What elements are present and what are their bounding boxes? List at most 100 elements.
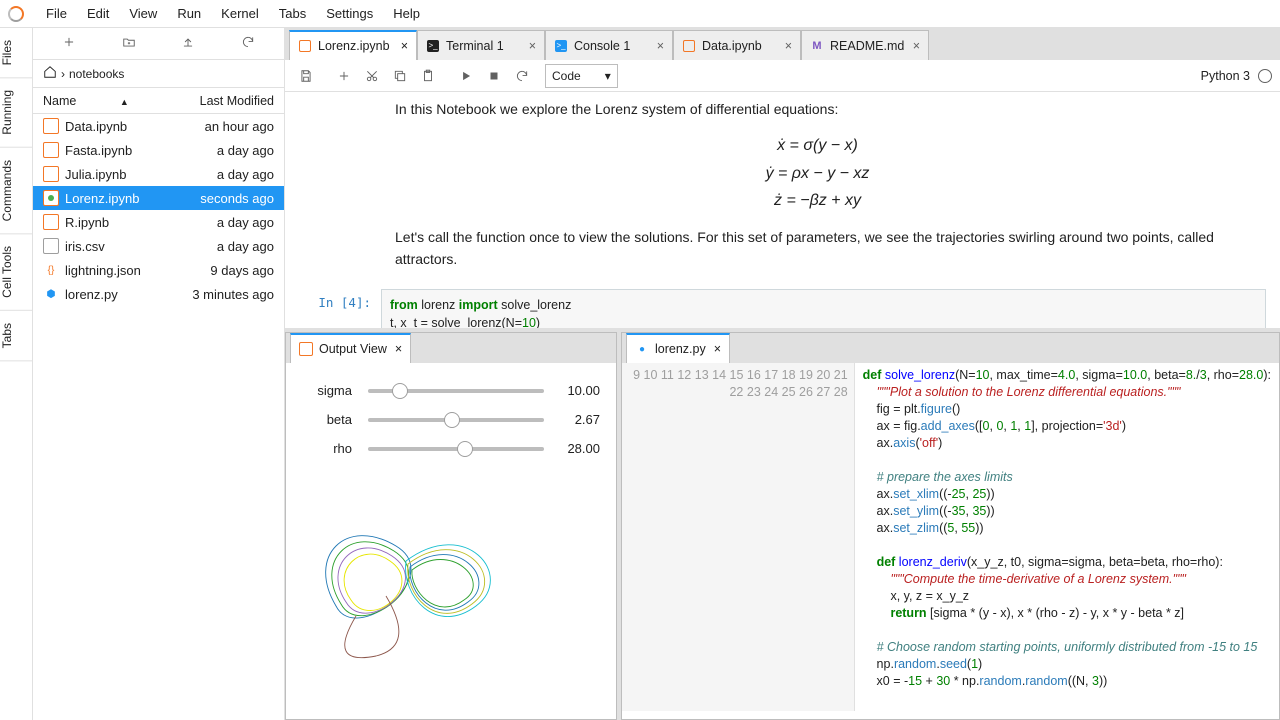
- refresh-icon[interactable]: [241, 35, 255, 52]
- cell-type-select[interactable]: Code ▾: [545, 64, 618, 88]
- file-modified: 3 minutes ago: [174, 287, 284, 302]
- close-icon[interactable]: ×: [649, 39, 664, 53]
- notebook-icon: [43, 118, 59, 134]
- file-row[interactable]: Julia.ipynba day ago: [33, 162, 284, 186]
- breadcrumb-path[interactable]: notebooks: [69, 67, 124, 81]
- file-row[interactable]: {} lightning.json9 days ago: [33, 258, 284, 282]
- cut-icon[interactable]: [359, 63, 385, 89]
- tab-lorenz-py[interactable]: ● lorenz.py ×: [626, 333, 730, 363]
- slider-thumb[interactable]: [444, 412, 460, 428]
- paste-icon[interactable]: [415, 63, 441, 89]
- plus-icon[interactable]: [331, 63, 357, 89]
- file-list: Data.ipynban hour agoFasta.ipynba day ag…: [33, 114, 284, 720]
- slider-beta: beta 2.67: [302, 412, 600, 427]
- file-row[interactable]: ⬢lorenz.py3 minutes ago: [33, 282, 284, 306]
- notebook-icon: [43, 190, 59, 206]
- notebook-icon: [43, 142, 59, 158]
- close-icon[interactable]: ×: [905, 39, 920, 53]
- sliders: sigma10.00 beta 2.67 rho 28.00: [286, 363, 616, 480]
- md-icon: M: [810, 39, 824, 53]
- close-icon[interactable]: ×: [521, 39, 536, 53]
- file-modified: 9 days ago: [174, 263, 284, 278]
- python-icon: ●: [635, 342, 649, 356]
- slider-label: rho: [302, 441, 360, 456]
- menu-run[interactable]: Run: [167, 6, 211, 21]
- notebook-icon: [299, 342, 313, 356]
- tab-output-view[interactable]: Output View ×: [290, 333, 411, 363]
- file-name: Julia.ipynb: [65, 167, 174, 182]
- menu-settings[interactable]: Settings: [316, 6, 383, 21]
- file-row[interactable]: R.ipynba day ago: [33, 210, 284, 234]
- tab-terminal-1[interactable]: >_Terminal 1×: [417, 30, 545, 60]
- column-modified[interactable]: Last Modified: [174, 94, 284, 108]
- code-input[interactable]: from lorenz import solve_lorenzt, x_t = …: [381, 289, 1266, 328]
- code-editor[interactable]: 9 10 11 12 13 14 15 16 17 18 19 20 21 22…: [622, 363, 1279, 711]
- stop-icon[interactable]: [481, 63, 507, 89]
- kernel-status[interactable]: Python 3: [1201, 69, 1272, 83]
- copy-icon[interactable]: [387, 63, 413, 89]
- slider-label: beta: [302, 412, 360, 427]
- new-folder-icon[interactable]: [122, 35, 136, 52]
- code-lines[interactable]: def solve_lorenz(N=10, max_time=4.0, sig…: [855, 363, 1279, 711]
- slider-label: sigma: [302, 383, 360, 398]
- slider-thumb[interactable]: [392, 383, 408, 399]
- python-icon: ⬢: [43, 286, 59, 302]
- file-modified: a day ago: [174, 167, 284, 182]
- side-tab-commands[interactable]: Commands: [0, 148, 32, 234]
- side-tab-tabs[interactable]: Tabs: [0, 311, 32, 361]
- markdown-cell[interactable]: In this Notebook we explore the Lorenz s…: [285, 98, 1280, 289]
- slider-thumb[interactable]: [457, 441, 473, 457]
- run-icon[interactable]: [453, 63, 479, 89]
- json-icon: {}: [43, 262, 59, 278]
- nb-icon: [682, 39, 696, 53]
- menubar: FileEditViewRunKernelTabsSettingsHelp: [0, 0, 1280, 28]
- side-tab-files[interactable]: Files: [0, 28, 32, 78]
- file-row[interactable]: Fasta.ipynba day ago: [33, 138, 284, 162]
- file-row[interactable]: iris.csva day ago: [33, 234, 284, 258]
- file-name: iris.csv: [65, 239, 174, 254]
- side-tab-running[interactable]: Running: [0, 78, 32, 148]
- menu-tabs[interactable]: Tabs: [269, 6, 316, 21]
- chevron-down-icon: ▾: [605, 69, 611, 83]
- file-modified: an hour ago: [174, 119, 284, 134]
- tab-console-1[interactable]: >_Console 1×: [545, 30, 673, 60]
- tab-readme-md[interactable]: MREADME.md×: [801, 30, 929, 60]
- menu-edit[interactable]: Edit: [77, 6, 119, 21]
- slider-sigma: sigma10.00: [302, 383, 600, 398]
- left-sidebar: FilesRunningCommandsCell ToolsTabs: [0, 28, 33, 720]
- kernel-idle-icon: [1258, 69, 1272, 83]
- menu-kernel[interactable]: Kernel: [211, 6, 269, 21]
- slider-track[interactable]: [368, 447, 544, 451]
- menu-view[interactable]: View: [119, 6, 167, 21]
- breadcrumb[interactable]: › notebooks: [33, 60, 284, 88]
- slider-value: 28.00: [552, 441, 600, 456]
- side-tab-cell-tools[interactable]: Cell Tools: [0, 234, 32, 311]
- menu-help[interactable]: Help: [383, 6, 430, 21]
- notebook-toolbar: Code ▾ Python 3: [285, 60, 1280, 92]
- plus-icon[interactable]: [62, 35, 76, 52]
- restart-icon[interactable]: [509, 63, 535, 89]
- upload-icon[interactable]: [181, 35, 195, 52]
- close-icon[interactable]: ×: [777, 39, 792, 53]
- close-icon[interactable]: ×: [393, 39, 408, 53]
- column-name[interactable]: Name ▲: [33, 94, 174, 108]
- term-icon: >_: [426, 39, 440, 53]
- slider-track[interactable]: [368, 389, 544, 393]
- file-name: lightning.json: [65, 263, 174, 278]
- file-row[interactable]: Data.ipynban hour ago: [33, 114, 284, 138]
- file-name: R.ipynb: [65, 215, 174, 230]
- tab-data-ipynb[interactable]: Data.ipynb×: [673, 30, 801, 60]
- close-icon[interactable]: ×: [387, 342, 402, 356]
- menu-file[interactable]: File: [36, 6, 77, 21]
- line-gutter: 9 10 11 12 13 14 15 16 17 18 19 20 21 22…: [622, 363, 855, 711]
- code-cell[interactable]: In [4]: from lorenz import solve_lorenzt…: [285, 289, 1280, 328]
- slider-value: 2.67: [552, 412, 600, 427]
- tab-lorenz-ipynb[interactable]: Lorenz.ipynb×: [289, 30, 417, 60]
- close-icon[interactable]: ×: [706, 342, 721, 356]
- home-icon[interactable]: [43, 65, 57, 82]
- save-icon[interactable]: [293, 63, 319, 89]
- file-name: Lorenz.ipynb: [65, 191, 174, 206]
- slider-track[interactable]: [368, 418, 544, 422]
- file-row[interactable]: Lorenz.ipynbseconds ago: [33, 186, 284, 210]
- breadcrumb-sep: ›: [61, 67, 65, 81]
